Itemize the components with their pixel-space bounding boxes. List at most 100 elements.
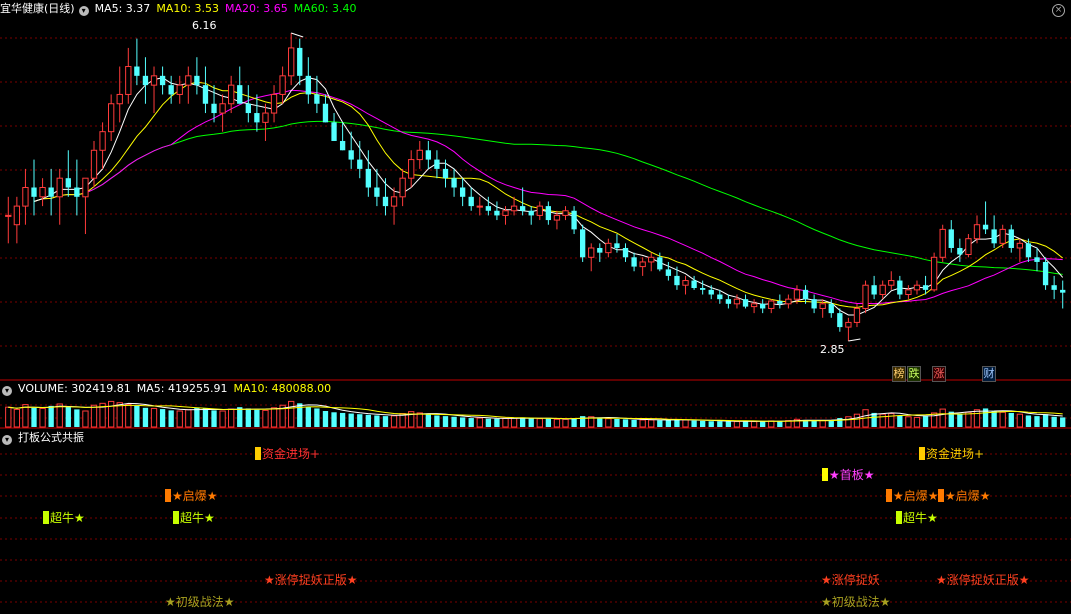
candle-body (476, 205, 483, 208)
volume-bar (750, 421, 758, 428)
volume-bar (674, 419, 680, 427)
low-price-label: 2.85 (820, 343, 845, 356)
ma5-value: MA5: 3.37 (94, 2, 151, 15)
volume-bar (22, 404, 29, 428)
volume-bar (476, 417, 483, 428)
candle-body (905, 289, 912, 296)
volume-bar (262, 409, 269, 428)
volume-bar (142, 407, 149, 427)
candle-body (948, 229, 954, 248)
volume-bar (922, 416, 929, 427)
candle-body (288, 47, 295, 77)
volume-bar (717, 421, 723, 427)
candle-body (485, 206, 492, 211)
ma60-value: MA60: 3.40 (293, 2, 357, 15)
badge-die[interactable]: 跌 (907, 366, 921, 382)
signal-zhuoyao: ★涨停捉妖 (821, 573, 880, 587)
candle-body (194, 75, 200, 86)
candle-body (134, 66, 140, 76)
candle-body (322, 103, 329, 123)
volume-bar (468, 418, 474, 427)
signal-zhuoyao: ★涨停捉妖正版★ (936, 573, 1030, 587)
volume-bar (639, 419, 646, 428)
volume-bar (494, 418, 500, 427)
candle-body (639, 261, 646, 268)
volume-bar (1034, 416, 1040, 427)
signal-chuji: ★初级战法★ (821, 595, 891, 609)
volume-bar (451, 416, 457, 427)
volume-bar (442, 416, 449, 427)
signal-chaoniu: 超牛★ (173, 510, 215, 526)
volume-bar (657, 420, 663, 427)
chevron-down-icon[interactable]: ▾ (2, 435, 12, 445)
volume-bar (519, 417, 526, 427)
volume-bar (742, 421, 749, 427)
candle-body (785, 298, 792, 305)
badge-bang[interactable]: 榜 (892, 366, 906, 382)
candle-body (90, 149, 98, 179)
candle-body (1051, 285, 1057, 290)
candle-body (107, 103, 115, 133)
candle-body (802, 289, 809, 300)
candle-body (22, 187, 29, 207)
volume-bar (605, 418, 612, 428)
candle-body (502, 210, 509, 216)
candle-body (305, 75, 311, 95)
candle-body (922, 285, 929, 290)
candle-body (930, 256, 938, 291)
chevron-down-icon[interactable]: ▾ (2, 386, 12, 396)
chevron-down-icon[interactable]: ▾ (78, 6, 89, 16)
volume-bar (1042, 414, 1049, 427)
volume-bar (425, 414, 432, 427)
candle-body (451, 178, 457, 188)
volume-bar (270, 407, 278, 428)
signal-shouban: ★首板★ (822, 467, 875, 483)
volume-bar (374, 415, 380, 427)
volume-header: ▾ VOLUME: 302419.81 MA5: 419255.91 MA10: 48… (0, 380, 337, 398)
candle-body (665, 269, 672, 276)
volume-bar (194, 407, 200, 427)
badge-zhang[interactable]: 涨 (932, 366, 946, 382)
candle-body (897, 280, 903, 295)
candle-body (468, 196, 474, 207)
candle-body (828, 303, 834, 314)
candle-body (459, 187, 466, 197)
volume-bar (991, 411, 997, 427)
candle-body (777, 301, 783, 304)
low-leader-line (848, 338, 861, 342)
candle-body (1060, 289, 1066, 293)
candle-body (853, 307, 861, 323)
candle-body (348, 150, 354, 160)
volume-bar (913, 416, 921, 428)
badge-cai[interactable]: 财 (982, 366, 996, 382)
candle-body (519, 206, 526, 211)
volume-bar (768, 420, 775, 428)
volume-bar (48, 405, 54, 427)
candle-body (262, 112, 269, 123)
volume-bar (245, 408, 251, 427)
candle-body (425, 150, 432, 160)
candle-body (528, 210, 534, 216)
volume-bar (434, 415, 440, 427)
volume-bar (622, 419, 629, 427)
stock-title: 宜华健康(日线) (0, 2, 75, 15)
volume-bar (176, 410, 183, 428)
signal-zijin: 资金进场+ (919, 446, 984, 462)
signal-chaoniu: 超牛★ (43, 510, 85, 526)
candle-body (648, 256, 655, 263)
candle-body (82, 177, 89, 198)
candle-body (888, 280, 895, 286)
candle-body (733, 298, 741, 305)
volume-bar (237, 407, 243, 427)
candle-body (793, 289, 801, 300)
candle-body (691, 280, 697, 288)
candle-body (700, 288, 706, 290)
volume-bar (134, 405, 140, 427)
volume-bar (314, 408, 320, 427)
candle-body (159, 75, 166, 86)
volume-bar (562, 418, 569, 428)
close-icon[interactable]: × (1052, 4, 1065, 17)
candle-body (562, 210, 569, 216)
candle-body (682, 280, 689, 286)
volume-bar (65, 406, 71, 427)
